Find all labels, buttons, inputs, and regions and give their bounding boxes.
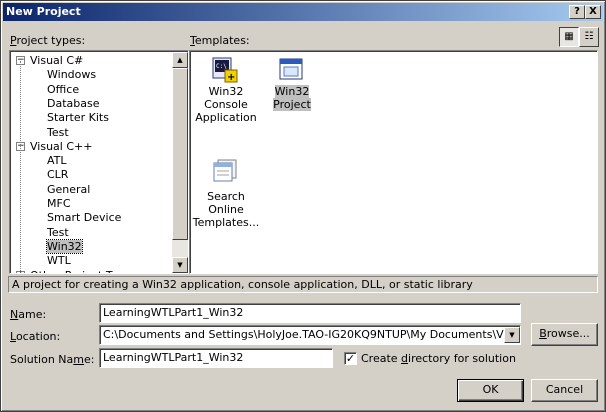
tree-vertical-scrollbar[interactable]: ▲ ▼ bbox=[172, 52, 188, 273]
location-label: Location: bbox=[10, 330, 61, 343]
tree-item[interactable]: ATL bbox=[47, 154, 67, 168]
window-title: New Project bbox=[6, 5, 81, 18]
location-value: C:\Documents and Settings\HolyJoe.TAO-IG… bbox=[103, 328, 521, 341]
tree-item-label: Windows bbox=[47, 68, 97, 82]
console-application-icon: C:\ + bbox=[212, 57, 238, 86]
browse-button[interactable]: Browse... bbox=[531, 323, 598, 346]
template-line2: Application bbox=[195, 111, 257, 124]
solution-name-label: Solution Name: bbox=[10, 353, 95, 366]
solution-name-input[interactable]: LearningWTLPart1_Win32 bbox=[99, 348, 333, 368]
location-dropdown-arrow-icon[interactable]: ▼ bbox=[504, 327, 520, 343]
tree-item[interactable]: Database bbox=[47, 97, 100, 111]
tree-item-label: CLR bbox=[47, 168, 69, 182]
tree-item-label: ATL bbox=[47, 154, 67, 168]
project-types-label: Project types: bbox=[10, 34, 86, 47]
tree-item-label: Test bbox=[47, 225, 69, 239]
create-directory-checkbox[interactable]: ✓ bbox=[344, 352, 357, 365]
tree-item[interactable]: Visual C++ bbox=[30, 140, 92, 154]
tree-item[interactable]: General bbox=[47, 183, 90, 197]
tree-item-label: WTL bbox=[47, 254, 71, 268]
tree-item-label: Starter Kits bbox=[47, 111, 109, 125]
tree-item-label: Visual C++ bbox=[30, 139, 93, 153]
project-types-tree[interactable]: Visual C# − Windows Office Database Starter K… bbox=[9, 50, 189, 274]
help-button[interactable]: ? bbox=[569, 5, 585, 19]
templates-label: Templates: bbox=[190, 34, 250, 47]
tree-item[interactable]: CLR bbox=[47, 168, 68, 182]
tree-item[interactable]: Visual C# bbox=[30, 54, 83, 68]
tree-item-label: Visual C# bbox=[30, 54, 84, 67]
tree-item-label: Database bbox=[47, 96, 100, 110]
small-icons-view-button[interactable]: ☷ bbox=[579, 27, 599, 47]
scroll-up-arrow-icon[interactable]: ▲ bbox=[172, 52, 188, 68]
large-icons-view-button[interactable]: ▦ bbox=[559, 27, 579, 47]
new-project-dialog: New Project ? X Project types: Templates… bbox=[0, 0, 606, 412]
create-directory-label[interactable]: Create directory for solution bbox=[361, 352, 516, 365]
search-online-templates-icon bbox=[212, 157, 238, 186]
tree-item[interactable]: Other Project Types bbox=[30, 269, 137, 274]
tree-item[interactable]: WTL bbox=[47, 254, 71, 268]
tree-item[interactable]: MFC bbox=[47, 197, 71, 211]
expand-icon[interactable]: + bbox=[16, 270, 25, 273]
tree-item-label: Win32 bbox=[46, 238, 83, 254]
title-bar: New Project ? X bbox=[3, 3, 603, 21]
tree-item[interactable]: Smart Device bbox=[47, 211, 121, 225]
template-line1: Win32 Console bbox=[204, 85, 248, 111]
win32-project-icon bbox=[278, 57, 304, 86]
template-win32-project[interactable]: Win32 Project bbox=[260, 85, 324, 111]
tree-item-label: Test bbox=[47, 125, 69, 139]
scroll-down-arrow-icon[interactable]: ▼ bbox=[172, 257, 188, 273]
tree-item[interactable]: Starter Kits bbox=[47, 111, 109, 125]
template-search-online[interactable]: Search Online Templates... bbox=[192, 190, 260, 229]
tree-item[interactable]: Windows bbox=[47, 68, 96, 82]
scroll-thumb[interactable] bbox=[172, 68, 188, 240]
tree-item[interactable]: Test bbox=[47, 226, 69, 240]
cancel-button[interactable]: Cancel bbox=[531, 379, 598, 402]
svg-text:+: + bbox=[227, 72, 235, 83]
tree-item[interactable]: Test bbox=[47, 126, 69, 140]
tree-item[interactable]: Win32 bbox=[46, 238, 83, 254]
tree-item-label: MFC bbox=[47, 197, 71, 210]
template-line1: Search Online bbox=[207, 190, 245, 216]
ok-button[interactable]: OK bbox=[457, 379, 524, 402]
svg-text:C:\: C:\ bbox=[216, 63, 227, 70]
templates-list[interactable]: C:\ + Win32 Console Application Win32 Pr… bbox=[189, 50, 598, 274]
tree-item-label: Smart Device bbox=[47, 211, 122, 225]
location-combobox[interactable]: C:\Documents and Settings\HolyJoe.TAO-IG… bbox=[99, 325, 521, 345]
tree-item[interactable]: Office bbox=[47, 83, 79, 97]
template-win32-console[interactable]: Win32 Console Application bbox=[192, 85, 260, 124]
close-button[interactable]: X bbox=[585, 5, 601, 19]
tree-lines bbox=[20, 61, 21, 271]
template-line2: Templates... bbox=[192, 216, 260, 229]
name-label: Name: bbox=[10, 308, 47, 321]
name-input[interactable]: LearningWTLPart1_Win32 bbox=[99, 303, 521, 323]
tree-item-label: General bbox=[47, 182, 91, 196]
tree-item-label: Office bbox=[47, 82, 80, 96]
template-line1: Win32 Project bbox=[273, 85, 311, 111]
template-description: A project for creating a Win32 applicati… bbox=[8, 276, 598, 293]
tree-item-label: Other Project Types bbox=[30, 269, 137, 274]
